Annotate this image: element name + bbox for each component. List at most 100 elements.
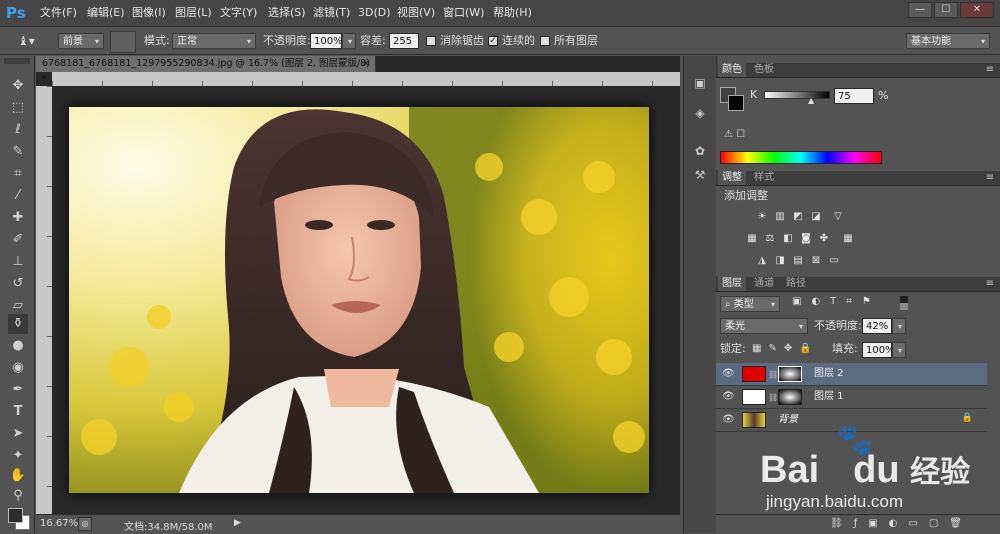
- posterize-icon[interactable]: ◨: [774, 255, 786, 266]
- tool-preset-panel-icon[interactable]: ⚒: [692, 168, 708, 182]
- document-image[interactable]: [69, 107, 649, 493]
- vertical-ruler[interactable]: [36, 86, 53, 514]
- horizontal-ruler[interactable]: [52, 72, 680, 87]
- quick-select-tool-icon[interactable]: ✎: [8, 142, 28, 162]
- color-ramp[interactable]: [720, 151, 882, 164]
- visibility-eye-icon[interactable]: 👁: [722, 391, 735, 403]
- maximize-button[interactable]: ☐: [934, 2, 958, 18]
- fill-dropdown[interactable]: ▾: [892, 342, 906, 358]
- fill-field[interactable]: 100%: [862, 342, 895, 358]
- menu-select[interactable]: 选择(S): [268, 5, 306, 21]
- fill-source-select[interactable]: 前景 ▾: [58, 33, 104, 49]
- k-slider-handle-icon[interactable]: ▲: [808, 96, 814, 105]
- brush-preset-panel-icon[interactable]: ✿: [692, 144, 708, 158]
- brightness-contrast-icon[interactable]: ☀: [756, 211, 768, 222]
- menu-type[interactable]: 文字(Y): [220, 5, 257, 21]
- layers-panel-menu-icon[interactable]: ≡: [982, 277, 998, 291]
- menu-help[interactable]: 帮助(H): [493, 5, 532, 21]
- hue-saturation-icon[interactable]: ▦: [746, 233, 758, 244]
- photo-filter-icon[interactable]: ◙: [800, 233, 812, 244]
- menu-layer[interactable]: 图层(L): [175, 5, 212, 21]
- opacity-field[interactable]: 100%: [310, 33, 343, 49]
- mode-select[interactable]: 正常 ▾: [172, 33, 256, 49]
- k-slider[interactable]: [764, 91, 830, 99]
- tab-layers[interactable]: 图层: [718, 277, 746, 291]
- clone-stamp-tool-icon[interactable]: ⊥: [8, 252, 28, 272]
- color-panel-background-swatch[interactable]: [728, 95, 744, 111]
- layer-filter-toggle[interactable]: [900, 296, 908, 310]
- layer-2-mask-thumbnail[interactable]: [778, 366, 802, 382]
- exposure-icon[interactable]: ◪: [810, 211, 822, 222]
- zoom-tool-icon[interactable]: ⚲: [8, 486, 28, 506]
- foreground-color-swatch-top[interactable]: [8, 508, 23, 523]
- menu-file[interactable]: 文件(F): [40, 5, 77, 21]
- invert-icon[interactable]: ◮: [756, 255, 768, 266]
- adjustments-panel-menu-icon[interactable]: ≡: [982, 171, 998, 185]
- antialias-checkbox[interactable]: [426, 36, 436, 46]
- document-tab[interactable]: 6768181_6768181_1297955290834.jpg @ 16.7…: [36, 56, 376, 85]
- opacity-dropdown-button[interactable]: ▾: [342, 33, 356, 49]
- toolbar-grip[interactable]: [4, 58, 30, 64]
- tab-styles[interactable]: 样式: [750, 171, 778, 185]
- lasso-tool-icon[interactable]: ℓ: [8, 120, 28, 140]
- color-panel-menu-icon[interactable]: ≡: [982, 63, 998, 77]
- history-brush-tool-icon[interactable]: ↺: [8, 274, 28, 294]
- zoom-level[interactable]: 16.67%: [40, 518, 78, 529]
- status-info-icon[interactable]: ◎: [78, 517, 92, 531]
- gradient-map-icon[interactable]: ▭: [828, 255, 840, 266]
- curves-icon[interactable]: ◩: [792, 211, 804, 222]
- black-white-icon[interactable]: ◧: [782, 233, 794, 244]
- threshold-icon[interactable]: ▤: [792, 255, 804, 266]
- status-menu-arrow-icon[interactable]: ▶: [234, 518, 241, 528]
- brush-tool-icon[interactable]: ✐: [8, 230, 28, 250]
- mask-link-icon[interactable]: ⛓: [768, 370, 778, 379]
- close-button[interactable]: ✕: [960, 2, 994, 18]
- path-select-tool-icon[interactable]: ➤: [8, 424, 28, 444]
- layer-row-1[interactable]: 👁 ⛓ 图层 1: [716, 386, 987, 409]
- visibility-eye-icon[interactable]: 👁: [722, 414, 735, 426]
- document-tab-close-icon[interactable]: ×: [362, 56, 370, 72]
- menu-filter[interactable]: 滤镜(T): [313, 5, 350, 21]
- visibility-eye-icon[interactable]: 👁: [722, 368, 735, 380]
- blur-tool-icon[interactable]: ●: [8, 336, 28, 356]
- layer-1-mask-thumbnail[interactable]: [778, 389, 802, 405]
- layer-1-name[interactable]: 图层 1: [814, 389, 844, 405]
- tab-color[interactable]: 颜色: [718, 63, 746, 77]
- 3d-panel-icon[interactable]: ◈: [692, 106, 708, 120]
- crop-tool-icon[interactable]: ⌗: [8, 164, 28, 184]
- eyedropper-tool-icon[interactable]: ⁄: [8, 186, 28, 206]
- menu-image[interactable]: 图像(I): [132, 5, 166, 21]
- paint-bucket-tool-icon-active[interactable]: ⚱: [8, 314, 28, 334]
- menu-view[interactable]: 视图(V): [397, 5, 435, 21]
- paint-bucket-tool-icon[interactable]: ♝▾: [18, 33, 44, 49]
- marquee-tool-icon[interactable]: ⬚: [8, 98, 28, 118]
- selective-color-icon[interactable]: ⊠: [810, 255, 822, 266]
- workspace-select[interactable]: 基本功能 ▾: [906, 33, 990, 49]
- pattern-swatch[interactable]: [110, 31, 136, 53]
- tolerance-field[interactable]: 255: [389, 33, 419, 49]
- contiguous-checkbox[interactable]: ✓: [488, 36, 498, 46]
- layer-row-2[interactable]: 👁 ⛓ 图层 2: [716, 363, 987, 386]
- color-lookup-icon[interactable]: ▦: [842, 233, 854, 244]
- tab-adjustments[interactable]: 调整: [718, 171, 746, 185]
- menu-window[interactable]: 窗口(W): [443, 5, 484, 21]
- history-panel-icon[interactable]: ▣: [692, 76, 708, 90]
- layer-opacity-dropdown[interactable]: ▾: [892, 318, 906, 334]
- color-balance-icon[interactable]: ⚖: [764, 233, 776, 244]
- lock-icons[interactable]: ▦✎✥🔒: [752, 343, 819, 354]
- tab-paths[interactable]: 路径: [782, 277, 810, 291]
- all-layers-checkbox[interactable]: [540, 36, 550, 46]
- blend-mode-select[interactable]: 柔光 ▾: [720, 318, 808, 334]
- move-tool-icon[interactable]: ✥: [8, 76, 28, 96]
- channel-mixer-icon[interactable]: ✤: [818, 233, 830, 244]
- eraser-tool-icon[interactable]: ▱: [8, 296, 28, 316]
- shape-tool-icon[interactable]: ✦: [8, 446, 28, 466]
- k-value-field[interactable]: 75: [834, 88, 874, 104]
- dodge-tool-icon[interactable]: ◉: [8, 358, 28, 378]
- layer-2-name[interactable]: 图层 2: [814, 366, 844, 382]
- tab-swatches[interactable]: 色板: [750, 63, 778, 77]
- background-layer-name[interactable]: 背景: [778, 412, 798, 428]
- pen-tool-icon[interactable]: ✒: [8, 380, 28, 400]
- menu-edit[interactable]: 编辑(E): [87, 5, 125, 21]
- layer-opacity-field[interactable]: 42%: [862, 318, 892, 334]
